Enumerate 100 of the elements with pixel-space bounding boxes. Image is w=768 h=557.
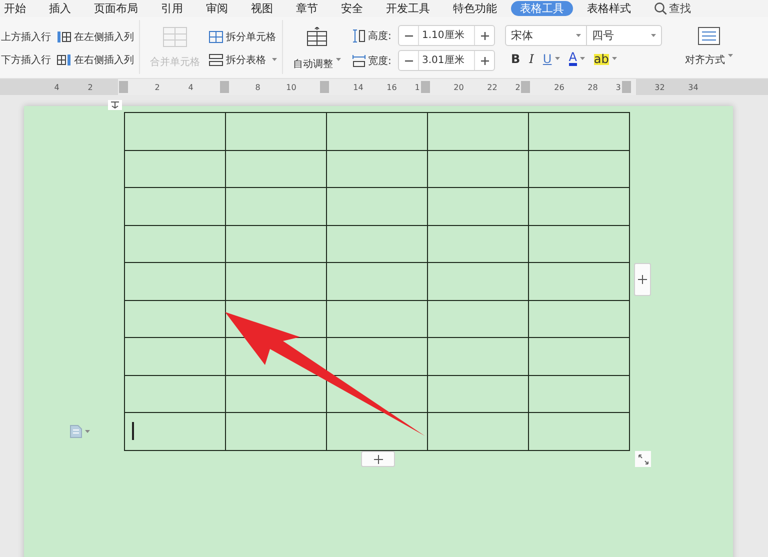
alignment-button[interactable]: 对齐方式 xyxy=(680,17,738,67)
ribbon-tab[interactable]: 开发工具 xyxy=(386,1,430,16)
ribbon-tab[interactable]: 表格样式 xyxy=(587,1,631,16)
table-cell[interactable] xyxy=(124,338,226,375)
row-height-icon xyxy=(352,28,366,42)
table-cell[interactable] xyxy=(428,338,528,375)
split-button[interactable]: 拆分单元格 xyxy=(209,29,277,44)
table-cell[interactable] xyxy=(226,412,326,450)
table-resize-icon xyxy=(306,27,328,49)
table-cell[interactable] xyxy=(326,188,428,225)
caret-icon xyxy=(576,34,581,38)
table-cell[interactable] xyxy=(528,262,630,300)
table-cell[interactable] xyxy=(326,300,428,338)
search-button[interactable]: 查找 xyxy=(669,1,691,16)
ruler-marker[interactable] xyxy=(622,81,631,93)
ruler-number: 2 xyxy=(515,82,520,92)
bold-button[interactable]: B xyxy=(511,52,520,66)
table-cell[interactable] xyxy=(528,225,630,262)
table-cell[interactable] xyxy=(428,412,528,450)
table-cell[interactable] xyxy=(124,150,226,188)
font-name-dropdown[interactable]: 宋体 xyxy=(505,25,587,46)
table-cell[interactable] xyxy=(124,112,226,150)
table-cell[interactable] xyxy=(528,150,630,188)
size-spinner[interactable]: 3.01厘米 xyxy=(398,50,495,71)
ribbon-tab[interactable]: 安全 xyxy=(341,1,363,16)
table-move-handle[interactable] xyxy=(108,100,122,110)
underline-button[interactable]: U xyxy=(542,52,560,66)
ribbon-tab[interactable]: 特色功能 xyxy=(453,1,497,16)
table-cell[interactable] xyxy=(326,150,428,188)
table-cell[interactable] xyxy=(124,225,226,262)
table-cell[interactable] xyxy=(528,412,630,450)
plus-icon xyxy=(374,454,382,464)
table-cell[interactable] xyxy=(428,375,528,412)
add-row-button[interactable] xyxy=(361,451,395,467)
table-cell[interactable] xyxy=(428,150,528,188)
ribbon-tab[interactable]: 开始 xyxy=(4,1,26,16)
paste-options-button[interactable] xyxy=(70,425,90,438)
table-cell[interactable] xyxy=(528,300,630,338)
resize-icon xyxy=(638,454,648,464)
ruler-marker[interactable] xyxy=(220,81,229,93)
ribbon-tab[interactable]: 页面布局 xyxy=(94,1,138,16)
ruler-marker[interactable] xyxy=(420,81,430,93)
table-cell[interactable] xyxy=(528,188,630,225)
plus-icon xyxy=(480,32,488,40)
field-label: 高度: xyxy=(368,30,392,42)
table-cell[interactable] xyxy=(428,262,528,300)
ruler-number: 34 xyxy=(688,82,698,92)
ruler-number: 28 xyxy=(588,82,598,92)
ruler-number: 2 xyxy=(88,82,93,92)
table-cell[interactable] xyxy=(226,112,326,150)
table-cell[interactable] xyxy=(428,300,528,338)
table-cell[interactable] xyxy=(124,262,226,300)
column-width-icon xyxy=(352,54,366,68)
table-resize-handle[interactable] xyxy=(635,451,651,467)
table-cell[interactable] xyxy=(528,112,630,150)
table-cell[interactable] xyxy=(226,262,326,300)
ribbon-tab[interactable]: 视图 xyxy=(251,1,273,16)
ruler-number: 4 xyxy=(188,82,194,92)
table-cell[interactable] xyxy=(124,412,226,450)
ruler-number: 22 xyxy=(487,82,498,92)
caret-icon xyxy=(85,430,90,434)
table-cell[interactable] xyxy=(428,225,528,262)
plus-icon xyxy=(480,56,488,64)
insert-button[interactable]: 下方插入行 xyxy=(1,52,51,67)
size-spinner[interactable]: 1.10厘米 xyxy=(398,25,495,46)
italic-button[interactable]: I xyxy=(529,52,534,66)
table-cell[interactable] xyxy=(528,338,630,375)
table-cell[interactable] xyxy=(326,112,428,150)
table-cell[interactable] xyxy=(428,112,528,150)
table-cell[interactable] xyxy=(226,188,326,225)
plus-icon xyxy=(638,275,647,284)
insert-button[interactable]: 在右侧插入列 xyxy=(57,52,134,67)
ruler-number: 10 xyxy=(286,82,296,92)
ruler-marker[interactable] xyxy=(119,81,128,93)
font-color-button[interactable]: A xyxy=(568,52,585,66)
document-icon xyxy=(70,425,82,438)
table-cell[interactable] xyxy=(124,375,226,412)
field-label: 宽度: xyxy=(368,54,392,68)
ruler-marker[interactable] xyxy=(521,81,530,93)
insert-button[interactable]: 在左侧插入列 xyxy=(57,29,134,44)
table-cell[interactable] xyxy=(226,150,326,188)
ribbon-tab[interactable]: 引用 xyxy=(161,1,183,16)
table-cell[interactable] xyxy=(326,225,428,262)
ribbon-tab[interactable]: 插入 xyxy=(49,1,71,16)
add-column-button[interactable] xyxy=(634,263,651,296)
ruler-number: 26 xyxy=(554,82,564,92)
ribbon-tab[interactable]: 章节 xyxy=(296,1,318,16)
font-size-dropdown[interactable]: 四号 xyxy=(587,25,662,46)
ruler-marker[interactable] xyxy=(320,81,330,93)
table-cell[interactable] xyxy=(528,375,630,412)
split-button[interactable]: 拆分表格 xyxy=(209,52,277,67)
insert-button[interactable]: 上方插入行 xyxy=(1,29,51,44)
ribbon-tab[interactable]: 审阅 xyxy=(206,1,228,16)
table-cell[interactable] xyxy=(124,188,226,225)
table-cell[interactable] xyxy=(226,225,326,262)
autofit-button[interactable]: 自动调整 xyxy=(288,17,346,71)
table-cell[interactable] xyxy=(428,188,528,225)
ruler-number: 32 xyxy=(654,82,665,92)
table-cell[interactable] xyxy=(124,300,226,338)
table-cell[interactable] xyxy=(326,262,428,300)
